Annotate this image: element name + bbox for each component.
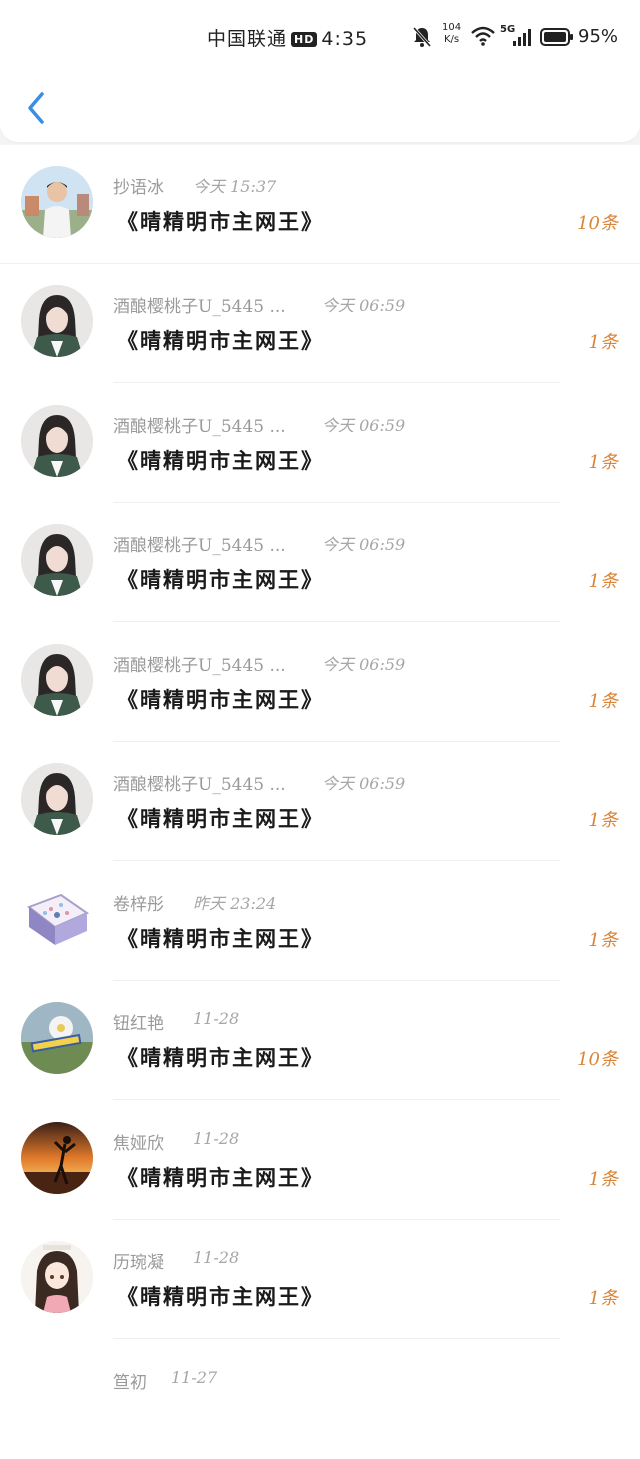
sender-name: 酒酿樱桃子U_5445 ... (113, 417, 286, 437)
network-speed: 104 K/s (442, 22, 462, 45)
message-list: 抄语冰 今天 15:37 《晴精明市主网王》 10条 酒酿樱桃子U_5445 ... 今天… (0, 145, 640, 1459)
sender-name: 笪初 (113, 1373, 147, 1393)
list-item[interactable]: 卷梓彤 昨天 23:24 《晴精明市主网王》 1条 (0, 862, 640, 981)
message-title: 《晴精明市主网王》 (117, 448, 324, 473)
bell-muted-icon (412, 27, 432, 47)
avatar[interactable] (21, 1122, 93, 1194)
divider (113, 382, 560, 383)
sender-name: 卷梓彤 (113, 895, 164, 915)
avatar[interactable] (21, 405, 93, 477)
message-date: 今天 06:59 (322, 535, 406, 554)
sender-name: 钮红艳 (113, 1014, 164, 1034)
sender-name: 酒酿樱桃子U_5445 ... (113, 775, 286, 795)
message-date: 11-28 (193, 1009, 240, 1028)
carrier-name: 中国联通 (207, 28, 288, 50)
message-date: 昨天 23:24 (193, 894, 277, 913)
message-date: 11-28 (193, 1248, 240, 1267)
message-date: 今天 06:59 (322, 416, 406, 435)
avatar[interactable] (21, 763, 93, 835)
message-count: 10条 (577, 1049, 618, 1070)
avatar[interactable] (21, 644, 93, 716)
list-item[interactable]: 酒酿樱桃子U_5445 ... 今天 06:59 《晴精明市主网王》 1条 (0, 503, 640, 622)
message-date: 今天 06:59 (322, 655, 406, 674)
message-count: 10条 (577, 213, 618, 234)
list-item[interactable]: 酒酿樱桃子U_5445 ... 今天 06:59 《晴精明市主网王》 1条 (0, 384, 640, 503)
list-item[interactable]: 酒酿樱桃子U_5445 ... 今天 06:59 《晴精明市主网王》 1条 (0, 623, 640, 742)
divider (113, 1338, 560, 1339)
list-item[interactable]: 笪初 11-27 (0, 1340, 640, 1459)
sender-name: 历琬凝 (113, 1253, 164, 1273)
sender-name: 酒酿樱桃子U_5445 ... (113, 297, 286, 317)
avatar[interactable] (21, 285, 93, 357)
message-title: 《晴精明市主网王》 (117, 926, 324, 951)
carrier-info: 中国联通 HD 4:35 (207, 24, 368, 51)
message-title: 《晴精明市主网王》 (117, 687, 324, 712)
list-item[interactable]: 焦娅欣 11-28 《晴精明市主网王》 1条 (0, 1101, 640, 1220)
list-item[interactable]: 抄语冰 今天 15:37 《晴精明市主网王》 10条 (0, 145, 640, 264)
message-title: 《晴精明市主网王》 (117, 328, 324, 353)
battery-icon (540, 28, 573, 46)
message-date: 今天 06:59 (322, 774, 406, 793)
divider (113, 1099, 560, 1100)
sender-name: 酒酿樱桃子U_5445 ... (113, 536, 286, 556)
list-item[interactable]: 钮红艳 11-28 《晴精明市主网王》 10条 (0, 981, 640, 1100)
divider (113, 621, 560, 622)
sender-name: 酒酿樱桃子U_5445 ... (113, 656, 286, 676)
signal-icon (513, 29, 531, 46)
list-item[interactable]: 酒酿樱桃子U_5445 ... 今天 06:59 《晴精明市主网王》 1条 (0, 264, 640, 383)
avatar[interactable] (21, 1002, 93, 1074)
status-bar: 中国联通 HD 4:35 104 K/s 5G 95% (0, 18, 640, 54)
avatar[interactable] (21, 1241, 93, 1313)
message-date: 今天 15:37 (193, 177, 277, 196)
hd-badge: HD (291, 32, 318, 47)
list-item[interactable]: 历琬凝 11-28 《晴精明市主网王》 1条 (0, 1220, 640, 1339)
back-arrow-icon[interactable] (22, 86, 52, 130)
message-title: 《晴精明市主网王》 (117, 209, 324, 234)
message-count: 1条 (588, 571, 618, 592)
battery-percent: 95% (578, 26, 619, 47)
avatar[interactable] (21, 166, 93, 238)
message-date: 11-28 (193, 1129, 240, 1148)
sender-name: 焦娅欣 (113, 1134, 164, 1154)
sender-name: 抄语冰 (113, 178, 164, 198)
message-date: 今天 06:59 (322, 296, 406, 315)
message-count: 1条 (588, 1169, 618, 1190)
divider (113, 860, 560, 861)
message-title: 《晴精明市主网王》 (117, 567, 324, 592)
message-count: 1条 (588, 930, 618, 951)
message-count: 1条 (588, 810, 618, 831)
message-title: 《晴精明市主网王》 (117, 1284, 324, 1309)
message-title: 《晴精明市主网王》 (117, 806, 324, 831)
message-count: 1条 (588, 452, 618, 473)
wifi-icon (471, 26, 495, 46)
list-item[interactable]: 酒酿樱桃子U_5445 ... 今天 06:59 《晴精明市主网王》 1条 (0, 742, 640, 861)
avatar[interactable] (21, 883, 93, 955)
message-date: 11-27 (171, 1368, 218, 1387)
message-title: 《晴精明市主网王》 (117, 1045, 324, 1070)
clock: 4:35 (321, 28, 369, 50)
message-title: 《晴精明市主网王》 (117, 1165, 324, 1190)
message-count: 1条 (588, 1288, 618, 1309)
message-count: 1条 (588, 332, 618, 353)
message-count: 1条 (588, 691, 618, 712)
avatar[interactable] (21, 524, 93, 596)
top-bar: 中国联通 HD 4:35 104 K/s 5G 95% (0, 0, 640, 142)
